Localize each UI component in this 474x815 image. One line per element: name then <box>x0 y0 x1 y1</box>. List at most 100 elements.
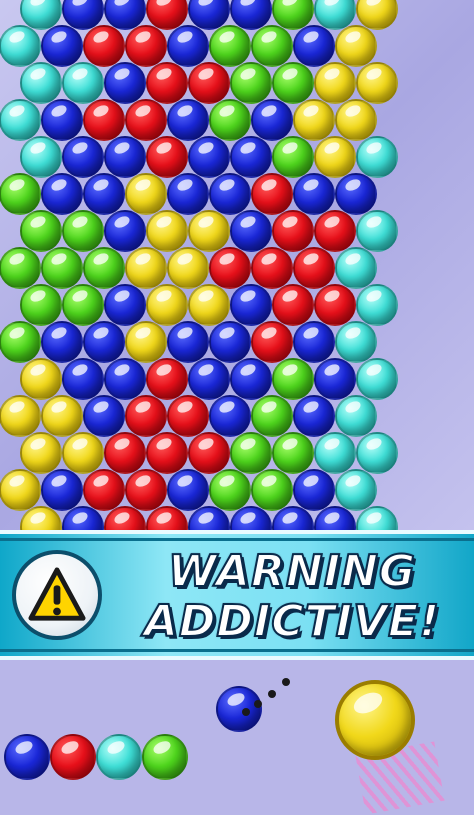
bubble <box>209 25 251 67</box>
bubble <box>209 173 251 215</box>
bubble <box>272 358 314 400</box>
bubble <box>146 136 188 178</box>
bubble <box>314 432 356 474</box>
bubble <box>20 210 62 252</box>
warning-badge <box>12 550 102 640</box>
bubble <box>293 173 335 215</box>
warning-triangle-icon <box>28 567 86 621</box>
bubble <box>356 210 398 252</box>
queue-bubble <box>4 734 50 780</box>
bubble <box>272 136 314 178</box>
bubble <box>125 247 167 289</box>
current-bubble[interactable] <box>335 680 415 760</box>
bubble <box>83 321 125 363</box>
bubble <box>230 62 272 104</box>
bubble <box>0 99 41 141</box>
bubble <box>251 321 293 363</box>
aim-dot <box>254 700 262 708</box>
bubble <box>20 136 62 178</box>
bubble <box>314 284 356 326</box>
bubble <box>335 247 377 289</box>
bubble <box>293 469 335 511</box>
bubble <box>188 136 230 178</box>
bubble <box>41 321 83 363</box>
launcher[interactable] <box>335 680 415 760</box>
bubble <box>314 136 356 178</box>
bubble <box>314 62 356 104</box>
bubble <box>41 395 83 437</box>
bubble <box>104 62 146 104</box>
bubble <box>62 210 104 252</box>
bubble <box>104 210 146 252</box>
bubble <box>272 210 314 252</box>
bubble <box>20 358 62 400</box>
bubble <box>0 173 41 215</box>
bubble <box>125 321 167 363</box>
bubble <box>83 247 125 289</box>
bubble <box>188 432 230 474</box>
bubble <box>209 321 251 363</box>
bubble <box>335 321 377 363</box>
bubble <box>188 358 230 400</box>
bubble <box>62 432 104 474</box>
bubble <box>41 173 83 215</box>
bubble <box>335 469 377 511</box>
bubble <box>272 284 314 326</box>
bubble <box>335 395 377 437</box>
bubble-board[interactable] <box>0 0 474 530</box>
bubble <box>356 284 398 326</box>
bubble <box>209 247 251 289</box>
bubble <box>20 62 62 104</box>
queue-bubble <box>142 734 188 780</box>
bubble <box>83 25 125 67</box>
bubble <box>62 358 104 400</box>
bubble <box>293 321 335 363</box>
bubble <box>293 247 335 289</box>
bubble <box>146 284 188 326</box>
bubble <box>293 99 335 141</box>
bubble <box>125 173 167 215</box>
bubble <box>356 136 398 178</box>
bubble <box>62 62 104 104</box>
bubble <box>335 25 377 67</box>
bubble <box>125 395 167 437</box>
bubble <box>167 173 209 215</box>
bubble <box>335 173 377 215</box>
bubble <box>104 136 146 178</box>
bubble <box>230 358 272 400</box>
bubble <box>146 432 188 474</box>
bubble <box>125 469 167 511</box>
aim-dot <box>268 690 276 698</box>
bubble <box>0 395 41 437</box>
bubble <box>83 173 125 215</box>
bubble <box>251 247 293 289</box>
bubble <box>230 210 272 252</box>
bubble <box>0 25 41 67</box>
bubble <box>125 25 167 67</box>
bubble <box>41 99 83 141</box>
bubble <box>20 284 62 326</box>
bubble <box>251 25 293 67</box>
bubble <box>167 395 209 437</box>
bubble <box>0 321 41 363</box>
bubble <box>314 358 356 400</box>
bubble <box>125 99 167 141</box>
bubble <box>314 210 356 252</box>
bubble <box>41 25 83 67</box>
bubble <box>209 395 251 437</box>
queue-bubble <box>96 734 142 780</box>
aim-dot <box>282 678 290 686</box>
bubble <box>104 284 146 326</box>
bubble <box>146 358 188 400</box>
bubble <box>146 62 188 104</box>
next-bubble[interactable] <box>216 686 262 732</box>
bubble <box>251 469 293 511</box>
queue-bubble <box>50 734 96 780</box>
bubble <box>167 321 209 363</box>
bubble <box>62 284 104 326</box>
bubble <box>104 432 146 474</box>
bubble <box>251 99 293 141</box>
bubble <box>83 99 125 141</box>
bubble <box>251 173 293 215</box>
bubble <box>41 469 83 511</box>
